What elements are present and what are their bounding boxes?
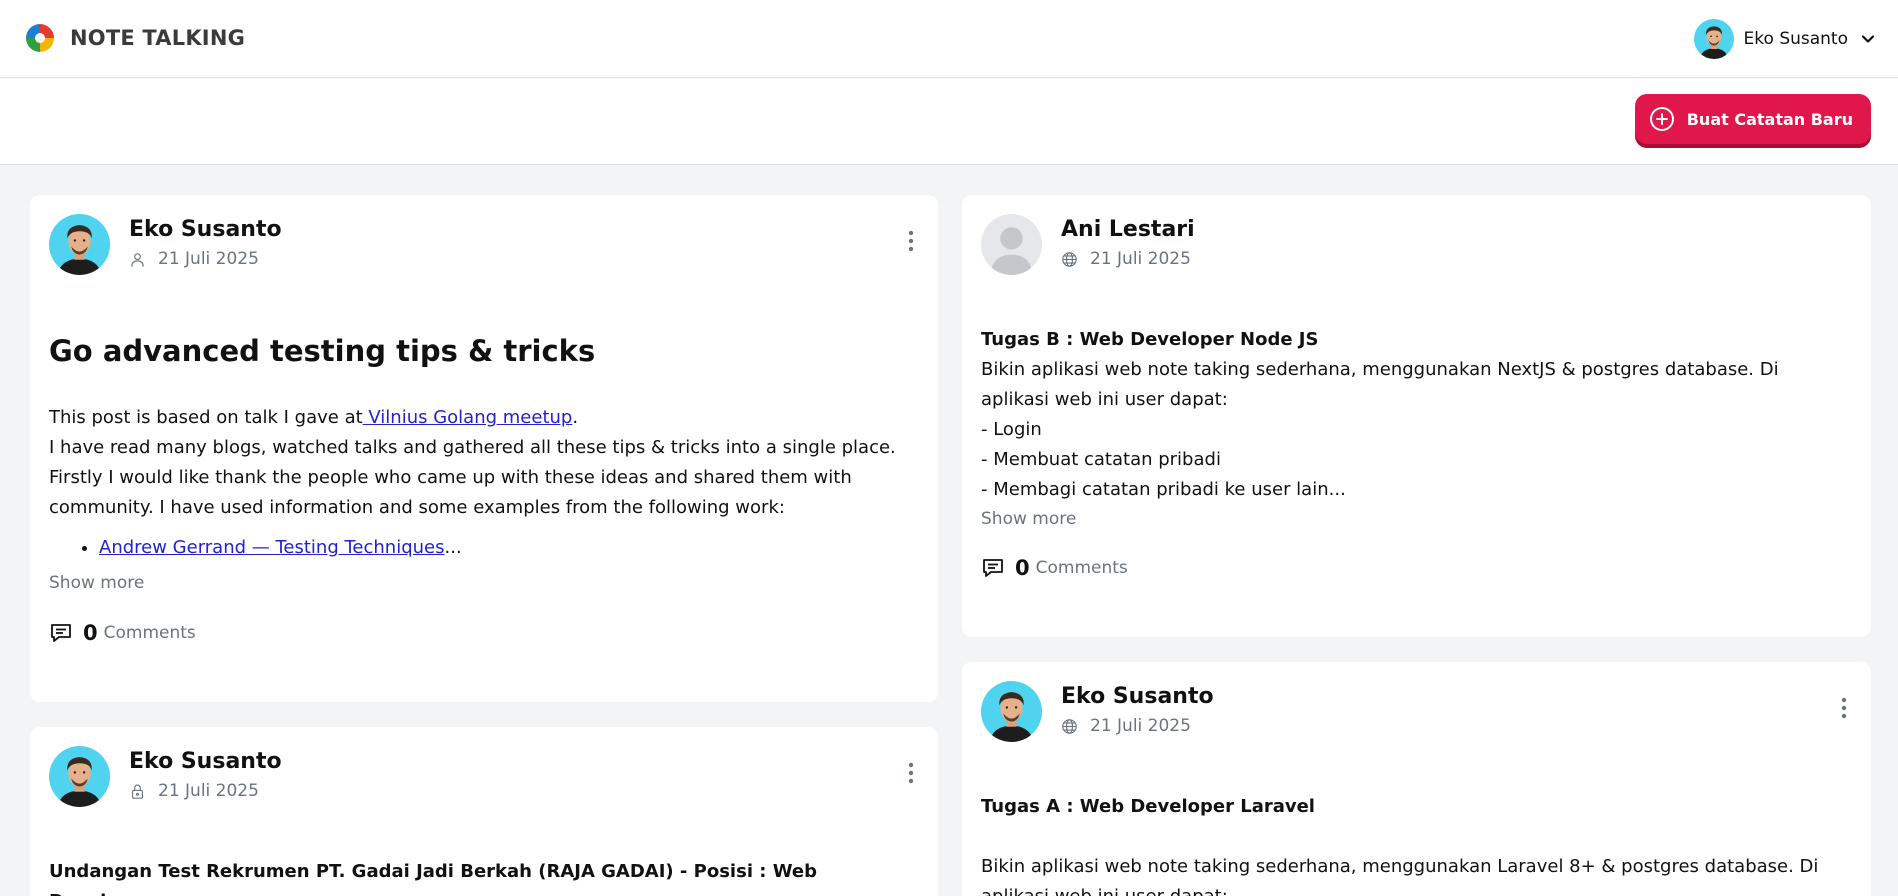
plus-circle-icon	[1649, 107, 1674, 131]
top-navbar: NOTE TALKING Eko Susanto	[0, 0, 1898, 78]
author-avatar[interactable]	[49, 214, 110, 275]
comment-icon	[981, 556, 1005, 580]
card-header: Eko Susanto 21 Juli 2025	[962, 662, 1871, 742]
list-item: - Login	[981, 419, 1042, 440]
note-content: Tugas B : Web Developer Node JS Bikin ap…	[981, 325, 1849, 505]
note-title[interactable]: Go advanced testing tips & tricks	[49, 331, 916, 371]
post-meta: 21 Juli 2025	[1061, 716, 1191, 736]
note-card: Eko Susanto 21 Juli 2025 Undangan Test R…	[30, 727, 938, 896]
app-logo-icon[interactable]	[24, 22, 56, 54]
globe-icon	[1061, 718, 1078, 735]
comment-label: Comments	[1035, 558, 1128, 578]
author-name[interactable]: Eko Susanto	[1061, 684, 1214, 709]
comment-count: 0	[83, 621, 98, 645]
user-avatar	[1694, 19, 1734, 59]
reference-list: Andrew Gerrand — Testing Techniques...	[99, 533, 916, 563]
post-date: 21 Juli 2025	[1090, 249, 1191, 269]
note-paragraph: Bikin aplikasi web note taking sederhana…	[981, 359, 1779, 410]
note-card: Ani Lestari 21 Juli 2025 Tugas B : Web D…	[962, 195, 1871, 637]
author-avatar[interactable]	[981, 681, 1042, 742]
new-note-button[interactable]: Buat Catatan Baru	[1634, 94, 1871, 144]
card-header: Ani Lestari 21 Juli 2025	[962, 195, 1871, 275]
new-note-label: Buat Catatan Baru	[1686, 109, 1853, 129]
note-content: Undangan Test Rekrumen PT. Gadai Jadi Be…	[49, 857, 916, 896]
note-paragraph: Bikin aplikasi web note taking sederhana…	[981, 856, 1819, 896]
note-card: Eko Susanto 21 Juli 2025 Tugas A : Web D…	[962, 662, 1871, 896]
post-meta: 21 Juli 2025	[129, 249, 259, 269]
note-paragraph: I have read many blogs, watched talks an…	[49, 437, 896, 518]
action-bar: Buat Catatan Baru	[0, 79, 1898, 165]
author-name[interactable]: Eko Susanto	[129, 217, 282, 242]
meetup-link[interactable]: Vilnius Golang meetup	[363, 407, 572, 428]
post-date: 21 Juli 2025	[158, 781, 259, 801]
more-options-icon[interactable]	[908, 230, 914, 252]
comments-button[interactable]: 0 Comments	[49, 621, 196, 645]
lock-icon	[129, 783, 146, 800]
note-content: Go advanced testing tips & tricks This p…	[49, 331, 916, 563]
show-more-link[interactable]: Show more	[49, 573, 144, 593]
note-title[interactable]: Tugas A : Web Developer Laravel	[981, 792, 1849, 822]
author-name[interactable]: Ani Lestari	[1061, 217, 1195, 242]
user-menu[interactable]: Eko Susanto	[1694, 18, 1876, 60]
chevron-down-icon	[1861, 35, 1875, 43]
note-intro: This post is based on talk I gave at Vil…	[49, 407, 579, 428]
author-avatar[interactable]	[49, 746, 110, 807]
note-content: Tugas A : Web Developer Laravel Bikin ap…	[981, 792, 1849, 896]
user-name: Eko Susanto	[1743, 29, 1848, 49]
person-icon	[129, 251, 146, 268]
comment-icon	[49, 621, 73, 645]
author-name[interactable]: Eko Susanto	[129, 749, 282, 774]
comments-button[interactable]: 0 Comments	[981, 556, 1128, 580]
comment-count: 0	[1015, 556, 1030, 580]
app-brand[interactable]: NOTE TALKING	[70, 26, 245, 50]
post-meta: 21 Juli 2025	[1061, 249, 1191, 269]
more-options-icon[interactable]	[908, 762, 914, 784]
show-more-link[interactable]: Show more	[981, 509, 1076, 529]
post-meta: 21 Juli 2025	[129, 781, 259, 801]
reference-link[interactable]: Andrew Gerrand — Testing Techniques	[99, 537, 445, 558]
note-title[interactable]: Tugas B : Web Developer Node JS	[981, 325, 1849, 355]
post-date: 21 Juli 2025	[1090, 716, 1191, 736]
note-title[interactable]: Undangan Test Rekrumen PT. Gadai Jadi Be…	[49, 857, 916, 896]
card-header: Eko Susanto 21 Juli 2025	[30, 195, 938, 275]
list-item: - Membuat catatan pribadi	[981, 449, 1221, 470]
globe-icon	[1061, 251, 1078, 268]
card-header: Eko Susanto 21 Juli 2025	[30, 727, 938, 807]
list-item: Andrew Gerrand — Testing Techniques...	[99, 533, 916, 563]
list-item: - Membagi catatan pribadi ke user lain..…	[981, 479, 1346, 500]
post-date: 21 Juli 2025	[158, 249, 259, 269]
note-card: Eko Susanto 21 Juli 2025 Go advanced tes…	[30, 195, 938, 702]
comment-label: Comments	[103, 623, 196, 643]
more-options-icon[interactable]	[1841, 697, 1847, 719]
author-avatar[interactable]	[981, 214, 1042, 275]
